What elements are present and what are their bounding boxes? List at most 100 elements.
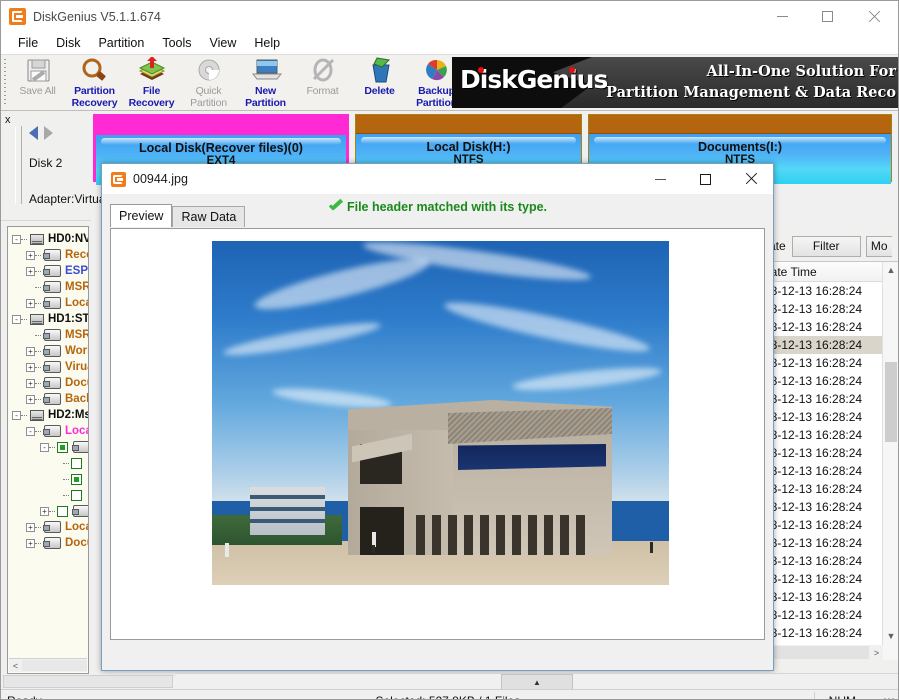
tree-hscroll-left-arrow[interactable]: < [9,661,22,671]
main-bottom-scrollbar[interactable]: ▲ [176,673,898,690]
folder-checkbox-unchecked[interactable] [71,490,82,501]
tree-expand-toggle[interactable]: + [26,299,35,308]
delete-button[interactable]: Delete [351,55,408,110]
folder-checkbox-unchecked[interactable] [71,458,82,469]
tree-node-8[interactable]: +Virual [8,359,89,375]
tree-expand-toggle[interactable]: + [26,251,35,260]
menu-item-view[interactable]: View [201,34,246,52]
tree-node-13[interactable]: - [8,439,89,455]
tree-node-5[interactable]: -HD1:ST2( [8,311,89,327]
file-list-scroll-down-button[interactable]: ▼ [883,628,898,644]
tree-expand-toggle[interactable]: + [26,347,35,356]
file-list-row[interactable]: 18-12-13 16:28:24 [762,498,898,516]
file-list-row[interactable]: 18-12-13 16:28:24 [762,444,898,462]
maximize-button[interactable] [805,1,850,32]
new-partition-button[interactable]: New Partition [237,55,294,110]
tree-node-12[interactable]: -Local [8,423,89,439]
file-list-row[interactable]: 18-12-13 16:28:24 [762,426,898,444]
tree-expand-toggle[interactable]: + [26,539,35,548]
menu-item-file[interactable]: File [9,34,47,52]
dialog-minimize-button[interactable] [638,164,683,194]
close-button[interactable] [850,1,898,32]
tree-node-11[interactable]: -HD2:Msft [8,407,89,423]
partition-recovery-button[interactable]: Partition Recovery [66,55,123,110]
quick-partition-button[interactable]: Quick Partition [180,55,237,110]
dialog-close-button[interactable] [728,164,773,194]
file-list-row[interactable]: 18-12-13 16:28:24 [762,390,898,408]
minimize-button[interactable] [760,1,805,32]
tree-node-18[interactable]: +Local [8,519,89,535]
tree-collapse-toggle[interactable]: - [12,235,21,244]
folder-checkbox-unchecked[interactable] [57,506,68,517]
tree-node-19[interactable]: +Docur [8,535,89,551]
folder-checkbox-checked[interactable] [71,474,82,485]
tree-expand-toggle[interactable]: + [26,267,35,276]
file-list-row[interactable]: 18-12-13 16:28:24 [762,516,898,534]
main-bottom-scroll-thumb[interactable]: ▲ [501,674,573,690]
tree-horizontal-scrollbar[interactable]: < [9,658,87,672]
disk-panel-close-icon[interactable]: x [5,114,11,126]
tree-node-14[interactable] [8,455,89,471]
file-list-scroll-thumb[interactable] [885,362,897,442]
tree-bottom-scrollbar[interactable] [3,675,173,688]
tree-expand-toggle[interactable]: + [26,523,35,532]
menu-item-partition[interactable]: Partition [89,34,153,52]
file-list-row[interactable]: 18-12-13 16:28:24 [762,354,898,372]
file-list-hscroll-track[interactable] [763,646,869,659]
disk-panel-grip[interactable] [15,126,22,204]
tree-expand-toggle[interactable]: + [26,379,35,388]
toolbar-grip[interactable] [1,55,9,110]
tree-hscroll-track[interactable] [22,660,87,671]
file-list-row[interactable]: 18-12-13 16:28:24 [762,588,898,606]
tree-node-10[interactable]: +Backu [8,391,89,407]
folder-checkbox-checked[interactable] [57,442,68,453]
file-list-horizontal-scrollbar[interactable]: > [762,645,883,660]
tree-collapse-toggle[interactable]: - [12,411,21,420]
dialog-maximize-button[interactable] [683,164,728,194]
tree-node-4[interactable]: +Local [8,295,89,311]
tree-node-6[interactable]: MSR( [8,327,89,343]
tree-expand-toggle[interactable]: + [26,363,35,372]
tab-raw-data[interactable]: Raw Data [172,206,245,227]
file-list-row[interactable]: 18-12-13 16:28:24 [762,462,898,480]
tree-node-3[interactable]: MSR( [8,279,89,295]
menu-item-tools[interactable]: Tools [153,34,200,52]
file-list-row[interactable]: 18-12-13 16:28:24 [762,552,898,570]
prev-disk-icon[interactable] [29,126,38,140]
file-list-row[interactable]: 18-12-13 16:28:24 [762,282,898,300]
file-list-row[interactable]: 18-12-13 16:28:24 [762,624,898,642]
file-list-vertical-scrollbar[interactable]: ▲ ▼ [882,262,898,660]
tree-collapse-toggle[interactable]: - [12,315,21,324]
tree-node-16[interactable] [8,487,89,503]
next-disk-icon[interactable] [44,126,53,140]
file-list-row[interactable]: 18-12-13 16:28:24 [762,570,898,588]
file-list-row[interactable]: 18-12-13 16:28:24 [762,372,898,390]
tree-node-0[interactable]: -HD0:NVM [8,231,89,247]
tree-collapse-toggle[interactable]: - [26,427,35,436]
file-list-column-header[interactable]: eate Time [762,262,898,282]
file-list-row[interactable]: 18-12-13 16:28:24 [762,318,898,336]
menu-item-help[interactable]: Help [245,34,289,52]
tree-node-7[interactable]: +Work [8,343,89,359]
menu-item-disk[interactable]: Disk [47,34,89,52]
file-list-hscroll-right-arrow[interactable]: > [870,648,883,658]
format-button[interactable]: Format [294,55,351,110]
tree-node-2[interactable]: +ESP(1 [8,263,89,279]
tab-preview[interactable]: Preview [110,204,172,227]
file-list-row[interactable]: 18-12-13 16:28:24 [762,534,898,552]
tree-expand-toggle[interactable]: + [40,507,49,516]
file-list-row[interactable]: 18-12-13 16:28:24 [762,606,898,624]
tree-expand-toggle[interactable]: + [26,395,35,404]
tree-node-17[interactable]: + [8,503,89,519]
tree-node-1[interactable]: +Recov [8,247,89,263]
file-list-row[interactable]: 18-12-13 16:28:24 [762,300,898,318]
tree-collapse-toggle[interactable]: - [40,443,49,452]
tree-node-9[interactable]: +Docur [8,375,89,391]
tree-node-15[interactable] [8,471,89,487]
save-all-button[interactable]: Save All [9,55,66,110]
filter-button[interactable]: Filter [792,236,861,257]
file-list-scroll-up-button[interactable]: ▲ [883,262,898,278]
file-recovery-button[interactable]: File Recovery [123,55,180,110]
file-list-row[interactable]: 18-12-13 16:28:24 [762,480,898,498]
more-button[interactable]: Mo [866,236,892,257]
